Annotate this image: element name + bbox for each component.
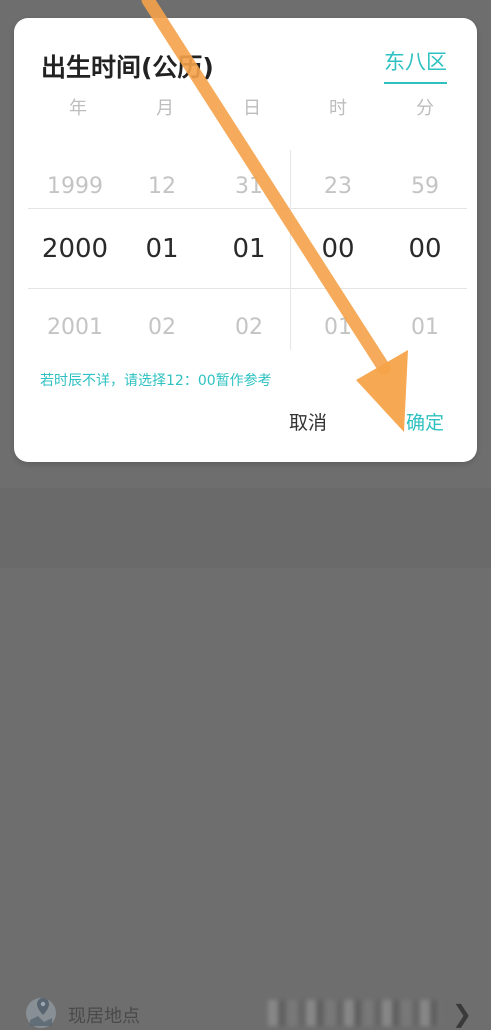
- location-label: 现居地点: [68, 1006, 140, 1027]
- hour-option-below[interactable]: 01: [293, 315, 383, 340]
- timezone-selector[interactable]: 东八区: [384, 46, 447, 84]
- minute-selected[interactable]: 00: [380, 234, 470, 264]
- selection-top-line: [28, 208, 467, 209]
- column-header-month: 月: [156, 98, 174, 119]
- year-option-below[interactable]: 2001: [30, 315, 120, 340]
- hour-selected[interactable]: 00: [293, 234, 383, 264]
- confirm-button[interactable]: 确定: [406, 408, 444, 435]
- year-option-above[interactable]: 1999: [30, 174, 120, 199]
- selection-bottom-line: [28, 288, 467, 289]
- month-option-below[interactable]: 02: [117, 315, 207, 340]
- birth-time-dialog: 出生时间(公历) 东八区 年 月 日 时 分 1999 12 31 23 59 …: [14, 18, 477, 462]
- column-header-hour: 时: [329, 98, 347, 119]
- location-icon: [26, 998, 56, 1028]
- column-header-day: 日: [243, 98, 261, 119]
- chevron-right-icon[interactable]: ❯: [452, 1000, 472, 1028]
- year-selected[interactable]: 2000: [30, 234, 120, 264]
- blurred-address: [268, 1000, 440, 1026]
- dialog-title: 出生时间(公历): [41, 53, 214, 82]
- location-row[interactable]: 现居地点 ❯: [0, 488, 491, 1028]
- minute-option-above[interactable]: 59: [380, 174, 470, 199]
- day-selected[interactable]: 01: [204, 234, 294, 264]
- column-header-minute: 分: [416, 98, 434, 119]
- date-time-divider: [290, 150, 291, 350]
- column-header-year: 年: [69, 98, 87, 119]
- cancel-button[interactable]: 取消: [289, 408, 327, 435]
- month-option-above[interactable]: 12: [117, 174, 207, 199]
- day-option-above[interactable]: 31: [204, 174, 294, 199]
- month-selected[interactable]: 01: [117, 234, 207, 264]
- minute-option-below[interactable]: 01: [380, 315, 470, 340]
- day-option-below[interactable]: 02: [204, 315, 294, 340]
- hint-text: 若时辰不详，请选择12：00暂作参考: [40, 373, 272, 389]
- hour-option-above[interactable]: 23: [293, 174, 383, 199]
